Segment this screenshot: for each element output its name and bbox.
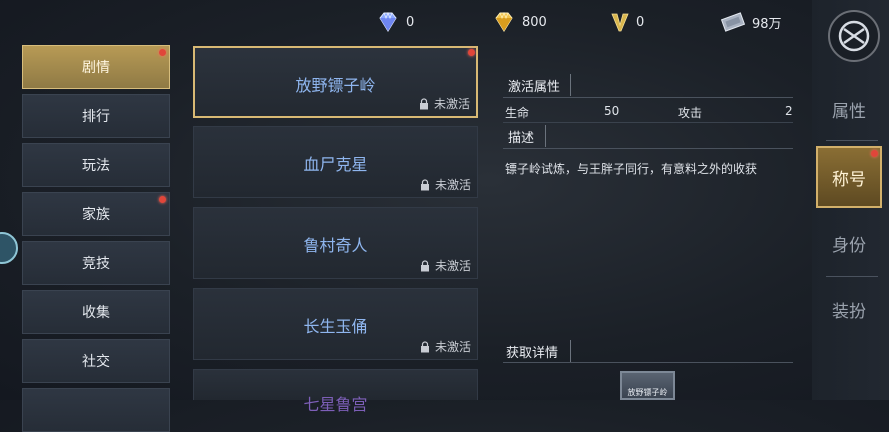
- divider: [503, 148, 793, 149]
- obtain-item-card[interactable]: 放野镖子岭: [620, 371, 675, 400]
- currency-gold-diamond: 800: [492, 12, 547, 32]
- tab-titles[interactable]: 称号: [816, 146, 882, 208]
- lock-status: 未激活: [419, 95, 470, 112]
- lock-icon: [420, 259, 429, 271]
- category-label: 竞技: [82, 256, 110, 272]
- divider: [826, 140, 878, 141]
- tab-identity[interactable]: 身份: [816, 216, 882, 270]
- lock-icon: [420, 340, 429, 352]
- attr-name: 生命: [505, 106, 530, 120]
- ticket-icon: [720, 12, 746, 32]
- status-label: 未激活: [434, 259, 471, 273]
- attr-name: 攻击: [678, 106, 703, 120]
- divider: [503, 362, 793, 363]
- tab-label: 属性: [832, 101, 866, 122]
- category-item-gameplay[interactable]: 玩法: [22, 143, 170, 187]
- divider: [503, 97, 793, 98]
- tab-attributes[interactable]: 属性: [816, 82, 882, 136]
- title-name: 七星鲁宫: [303, 395, 368, 414]
- currency-value: 98万: [752, 16, 782, 32]
- diamond-blue-icon: [379, 12, 397, 32]
- currency-value: 800: [522, 14, 547, 30]
- category-item-arena[interactable]: 竞技: [22, 241, 170, 285]
- tab-label: 身份: [832, 235, 866, 256]
- title-card[interactable]: 鲁村奇人 未激活: [193, 207, 478, 279]
- category-label: 收集: [82, 305, 110, 321]
- status-label: 未激活: [434, 178, 471, 192]
- title-name: 血尸克星: [303, 155, 368, 174]
- category-label: 玩法: [82, 158, 110, 174]
- title-card[interactable]: 放野镖子岭 未激活: [193, 46, 478, 118]
- section-title-description: 描述: [508, 131, 535, 146]
- category-item-story[interactable]: 剧情: [22, 45, 170, 89]
- section-title-attributes: 激活属性: [508, 80, 561, 95]
- status-label: 未激活: [434, 340, 471, 354]
- category-label: 排行: [82, 109, 110, 125]
- lock-icon: [419, 97, 428, 109]
- emblem-icon: [838, 20, 870, 52]
- title-name: 长生玉俑: [303, 317, 368, 336]
- title-card[interactable]: 血尸克星 未激活: [193, 126, 478, 198]
- lock-status: 未激活: [420, 338, 471, 355]
- divider: [503, 122, 793, 123]
- lock-status: 未激活: [420, 176, 471, 193]
- red-dot-badge: [159, 196, 166, 203]
- category-label: 社交: [82, 354, 110, 370]
- title-name: 放野镖子岭: [295, 76, 376, 95]
- title-name: 鲁村奇人: [303, 236, 368, 255]
- currency-value: 0: [406, 14, 415, 30]
- currency-diamond: 0: [376, 12, 414, 32]
- red-dot-badge: [871, 150, 878, 157]
- lock-status: 未激活: [420, 257, 471, 274]
- divider: [826, 276, 878, 277]
- title-card[interactable]: 长生玉俑 未激活: [193, 288, 478, 360]
- currency-v: 0: [610, 12, 644, 32]
- title-card[interactable]: 七星鲁宫: [193, 369, 478, 414]
- obtain-item-label: 放野镖子岭: [627, 388, 668, 397]
- divider: [545, 125, 546, 147]
- side-float-button[interactable]: [0, 232, 18, 264]
- tab-label: 装扮: [832, 301, 866, 322]
- divider: [570, 74, 571, 96]
- category-label: 剧情: [82, 60, 110, 76]
- section-title-obtain: 获取详情: [506, 346, 559, 361]
- category-item-rank[interactable]: 排行: [22, 94, 170, 138]
- category-item-more[interactable]: [22, 388, 170, 432]
- currency-ticket: 98万: [720, 12, 782, 32]
- description-text: 镖子岭试炼，与王胖子同行，有意料之外的收获: [505, 162, 758, 176]
- category-item-family[interactable]: 家族: [22, 192, 170, 236]
- red-dot-badge: [159, 49, 166, 56]
- red-dot-badge: [468, 49, 475, 56]
- attr-value: 2: [785, 104, 793, 118]
- tab-outfit[interactable]: 装扮: [816, 282, 882, 336]
- v-coin-icon: [611, 13, 629, 32]
- status-label: 未激活: [433, 97, 470, 111]
- attr-value: 50: [604, 104, 620, 118]
- tab-label: 称号: [832, 169, 866, 190]
- currency-value: 0: [636, 14, 645, 30]
- divider: [570, 340, 571, 362]
- category-item-collect[interactable]: 收集: [22, 290, 170, 334]
- diamond-gold-icon: [495, 12, 513, 32]
- lock-icon: [420, 178, 429, 190]
- category-label: 家族: [82, 207, 110, 223]
- emblem-button[interactable]: [828, 10, 880, 62]
- category-item-social[interactable]: 社交: [22, 339, 170, 383]
